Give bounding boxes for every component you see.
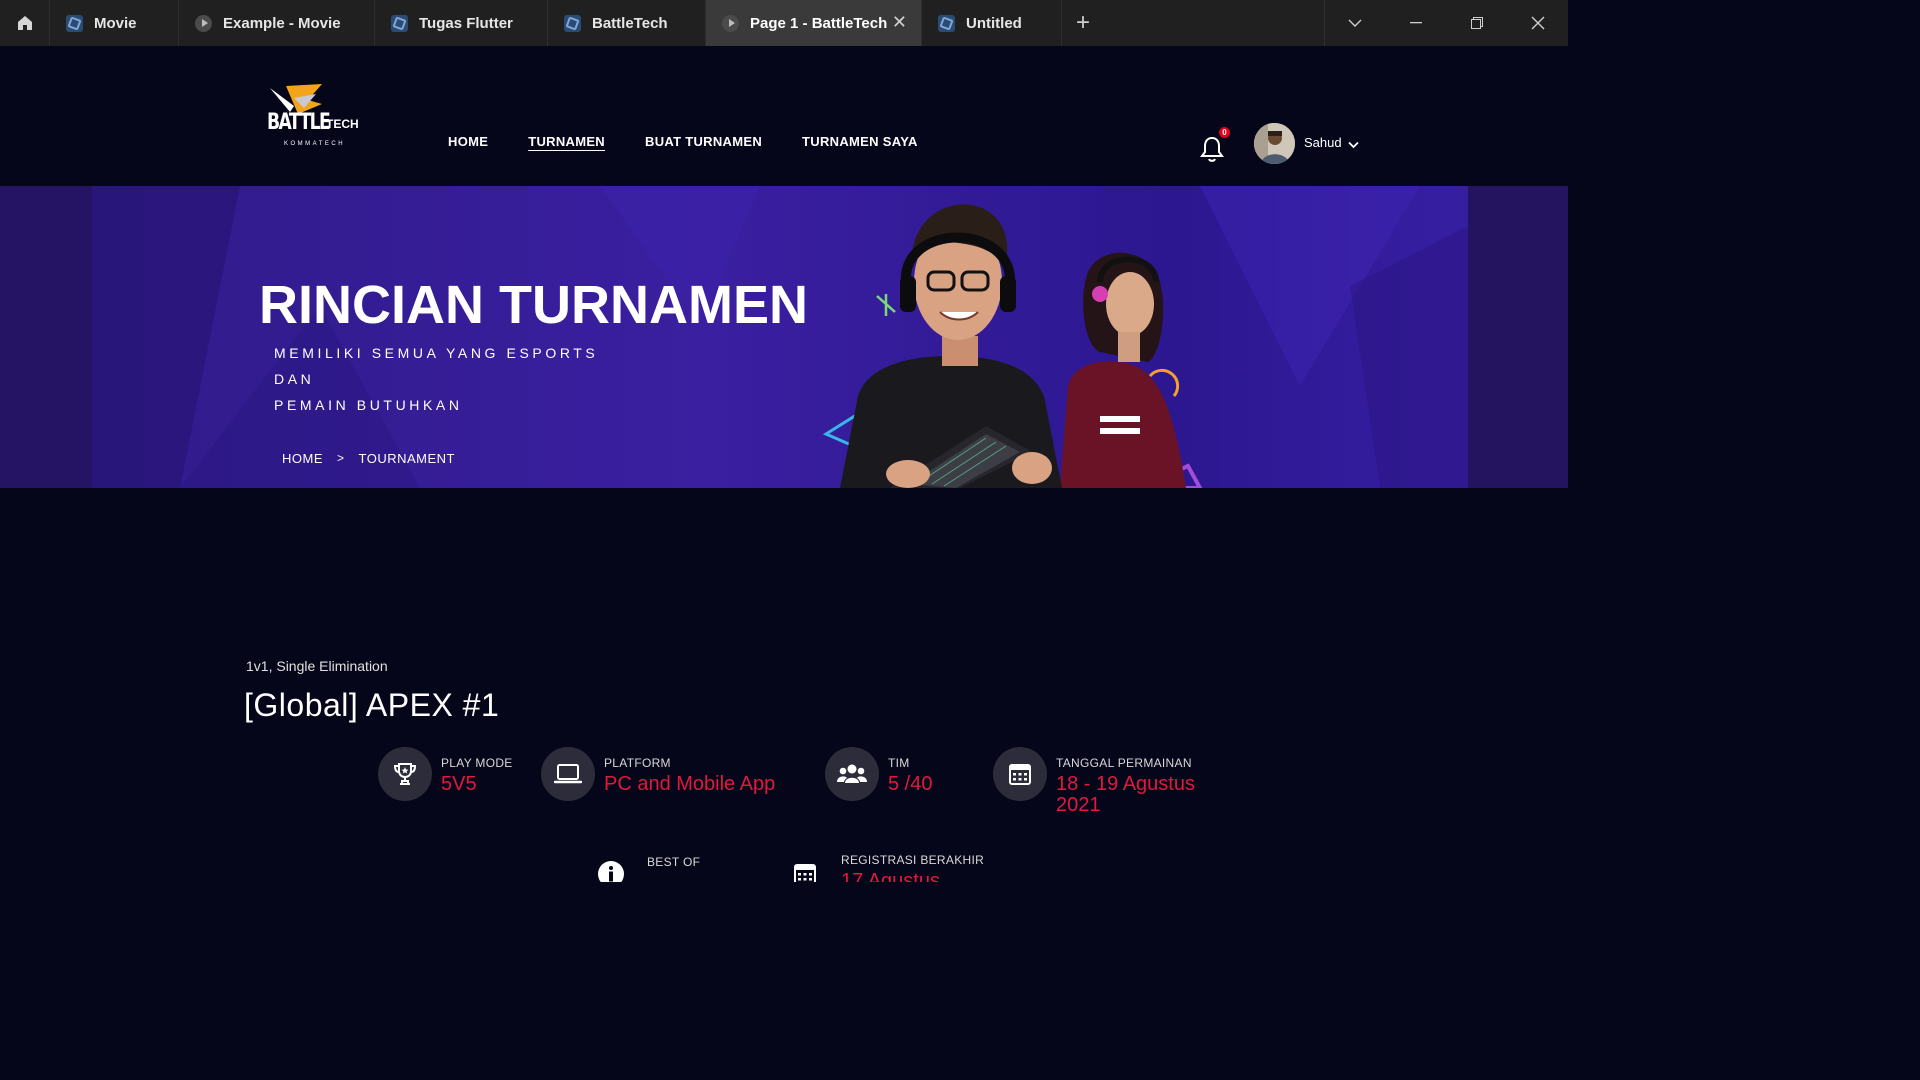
tab-label: BattleTech — [592, 14, 668, 32]
breadcrumb-tournament: TOURNAMENT — [358, 451, 455, 466]
site-navbar: BATTLE TECH KOMMATECH HOME TURNAMEN BUAT… — [0, 46, 1568, 186]
hero-subtitle-line: MEMILIKI SEMUA YANG ESPORTS DAN — [274, 345, 599, 387]
tab-label: Tugas Flutter — [419, 14, 513, 32]
stat-label: REGISTRASI BERAKHIR — [841, 853, 985, 867]
stat-label: TIM — [888, 756, 910, 770]
browser-tab-untitled[interactable]: Untitled — [922, 0, 1062, 46]
hero-background — [0, 186, 1568, 488]
tab-list-chevron-icon[interactable] — [1324, 0, 1385, 46]
browser-tab-strip: Movie Example - Movie Tugas Flutter Batt… — [0, 0, 1568, 46]
nav-home[interactable]: HOME — [448, 134, 488, 149]
stat-play-mode: PLAY MODE 5V5 — [378, 747, 513, 801]
hero-title: RINCIAN TURNAMEN — [259, 275, 808, 335]
browser-tab-example-movie[interactable]: Example - Movie — [179, 0, 375, 46]
stat-label: PLAY MODE — [441, 756, 513, 770]
page-content: BATTLE TECH KOMMATECH HOME TURNAMEN BUAT… — [0, 46, 1568, 882]
hero-subtitle: MEMILIKI SEMUA YANG ESPORTS DAN PEMAIN B… — [274, 340, 634, 418]
breadcrumb-home[interactable]: HOME — [282, 451, 323, 466]
tab-label: Example - Movie — [223, 14, 341, 32]
main-nav: HOME TURNAMEN BUAT TURNAMEN TURNAMEN SAY… — [448, 134, 958, 149]
notification-badge: 0 — [1218, 126, 1231, 139]
blue-app-icon — [938, 14, 955, 32]
hero-banner: RINCIAN TURNAMEN MEMILIKI SEMUA YANG ESP… — [0, 186, 1568, 488]
restore-icon[interactable] — [1446, 0, 1507, 46]
user-name[interactable]: Sahud — [1304, 135, 1342, 150]
stat-value: 5 /40 — [888, 773, 933, 795]
trophy-icon — [378, 747, 432, 801]
logo-main-text: BATTLE — [267, 110, 331, 135]
logo-tech-text: TECH — [326, 117, 359, 131]
stat-team: TIM 5 /40 — [825, 747, 932, 801]
laptop-icon — [541, 747, 595, 801]
stat-value: PC and Mobile App — [604, 773, 776, 795]
close-window-icon[interactable] — [1507, 0, 1568, 46]
nav-buat-turnamen[interactable]: BUAT TURNAMEN — [645, 134, 762, 149]
minimize-icon[interactable] — [1385, 0, 1446, 46]
esports-players-image — [822, 204, 1203, 488]
window-controls — [1324, 0, 1568, 46]
breadcrumb-separator: > — [337, 451, 345, 465]
play-icon — [195, 14, 212, 32]
browser-tab-movie[interactable]: Movie — [50, 0, 179, 46]
stat-label: TANGGAL PERMAINAN — [1056, 756, 1192, 770]
blue-app-icon — [391, 14, 408, 32]
stat-label: PLATFORM — [604, 756, 671, 770]
stat-game-date: TANGGAL PERMAINAN 18 - 19 Agustus 2021 — [993, 747, 1206, 816]
chevron-down-icon[interactable] — [1348, 136, 1359, 154]
bell-icon[interactable] — [1199, 135, 1225, 163]
stat-platform: PLATFORM PC and Mobile App — [541, 747, 775, 801]
calendar-icon — [993, 747, 1047, 801]
stat-value: 17 Agustus — [841, 870, 940, 883]
tournament-mode: 1v1, Single Elimination — [246, 658, 388, 674]
stat-registration-end: REGISTRASI BERAKHIR 17 Agustus — [778, 847, 984, 882]
browser-tab-tugas-flutter[interactable]: Tugas Flutter — [375, 0, 548, 46]
blue-app-icon — [564, 14, 581, 32]
play-icon — [722, 14, 739, 32]
stat-value: 5V5 — [441, 773, 477, 795]
tab-label: Untitled — [966, 14, 1022, 32]
stat-label: BEST OF — [647, 855, 701, 869]
hero-subtitle-line: PEMAIN BUTUHKAN — [274, 397, 463, 413]
browser-tab-page1-battletech[interactable]: Page 1 - BattleTech ✕ — [706, 0, 922, 46]
nav-turnamen[interactable]: TURNAMEN — [528, 134, 605, 149]
tab-label: Page 1 - BattleTech — [750, 14, 888, 32]
breadcrumb: HOME > TOURNAMENT — [282, 451, 455, 466]
home-icon[interactable] — [0, 0, 50, 46]
calendar-icon — [778, 847, 832, 882]
tournament-title: [Global] APEX #1 — [244, 687, 500, 723]
logo-sub-text: KOMMATECH — [284, 141, 346, 147]
tab-label: Movie — [94, 14, 137, 32]
nav-turnamen-saya[interactable]: TURNAMEN SAYA — [802, 134, 918, 149]
blue-app-icon — [66, 14, 83, 32]
new-tab-button[interactable]: + — [1062, 0, 1104, 46]
user-avatar[interactable] — [1254, 123, 1295, 164]
stat-best-of: BEST OF — [584, 847, 700, 882]
stat-value: 18 - 19 Agustus 2021 — [1056, 773, 1195, 816]
info-icon — [584, 847, 638, 882]
battletech-logo[interactable]: BATTLE TECH KOMMATECH — [264, 84, 359, 154]
browser-tab-battletech[interactable]: BattleTech — [548, 0, 706, 46]
close-tab-icon[interactable]: ✕ — [892, 12, 907, 33]
team-icon — [825, 747, 879, 801]
